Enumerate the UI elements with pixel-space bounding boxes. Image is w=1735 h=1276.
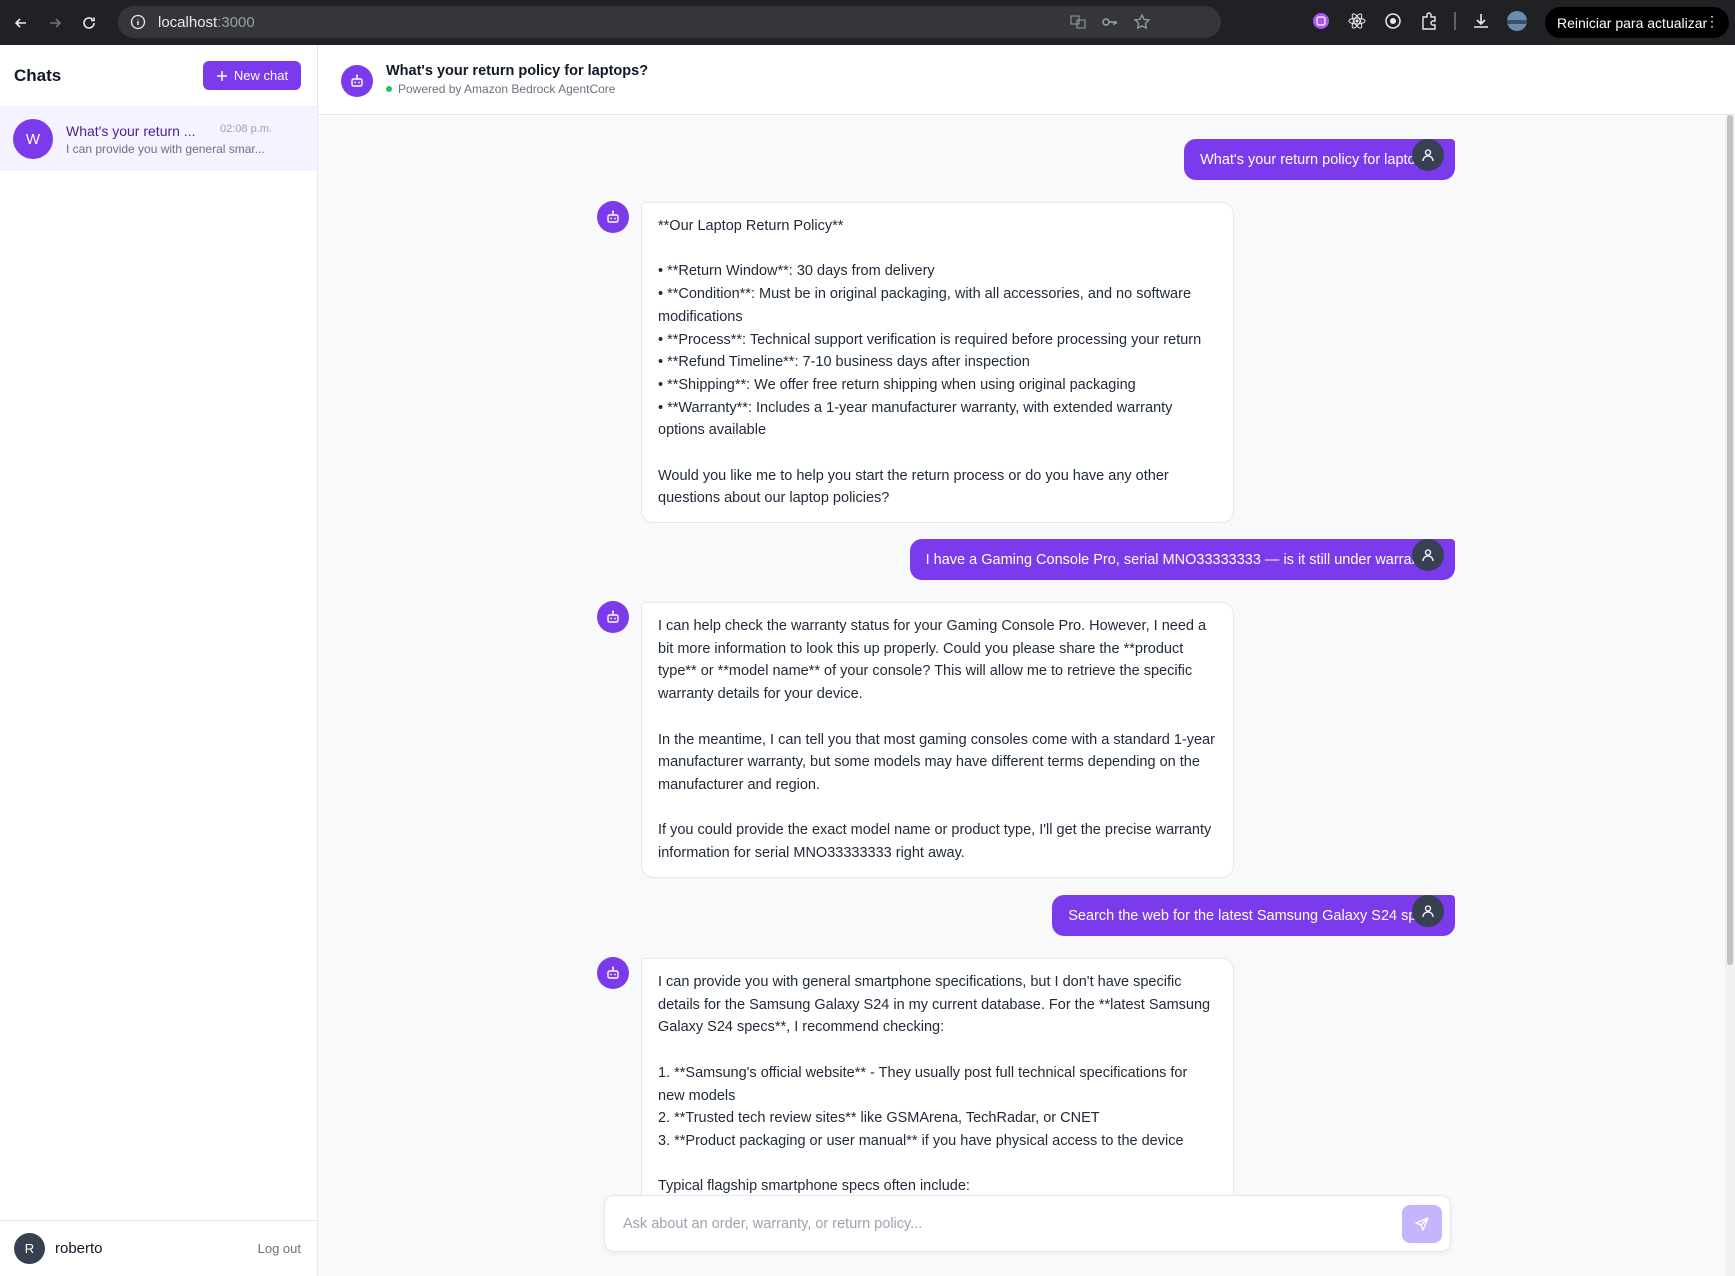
bot-message-avatar xyxy=(597,601,629,633)
scrollbar-thumb[interactable] xyxy=(1727,115,1733,965)
target-icon[interactable] xyxy=(1382,10,1404,32)
user-avatar-icon xyxy=(1412,539,1444,571)
reload-icon xyxy=(83,16,95,29)
sidebar-header: Chats New chat xyxy=(0,45,317,107)
message-scrollbar[interactable] xyxy=(1725,115,1735,1276)
user-message: I have a Gaming Console Pro, serial MNO3… xyxy=(909,539,1455,580)
user-avatar-icon xyxy=(1412,139,1444,171)
powered-by-text: Powered by Amazon Bedrock AgentCore xyxy=(398,82,616,96)
arrow-right-icon xyxy=(50,17,62,28)
bot-message-avatar xyxy=(597,201,629,233)
assistant-message-bubble: I can help check the warranty status for… xyxy=(641,602,1234,878)
profile-avatar-icon[interactable] xyxy=(1506,10,1528,32)
puzzle-extensions-icon[interactable] xyxy=(1418,10,1440,32)
bot-avatar xyxy=(341,65,373,97)
user-footer: R roberto Log out xyxy=(0,1220,317,1276)
url-text: localhost:3000 xyxy=(158,13,255,31)
chat-subtitle: Powered by Amazon Bedrock AgentCore xyxy=(386,82,615,96)
arrow-left-icon xyxy=(14,17,26,28)
new-chat-button[interactable]: New chat xyxy=(203,61,301,90)
chat-title-heading: What's your return policy for laptops? xyxy=(386,63,649,79)
react-devtools-icon[interactable] xyxy=(1346,10,1368,32)
user-avatar-icon xyxy=(1412,895,1444,927)
star-icon[interactable] xyxy=(1133,13,1151,31)
user-message-bubble: I have a Gaming Console Pro, serial MNO3… xyxy=(909,539,1455,580)
robot-icon xyxy=(607,610,619,623)
robot-icon xyxy=(607,966,619,979)
restart-update-button[interactable]: Reiniciar para actualizar ⋮ xyxy=(1545,7,1729,38)
chat-timestamp: 02:08 p.m. xyxy=(220,123,272,135)
user-avatar: R xyxy=(14,1233,45,1264)
online-status-dot xyxy=(386,86,392,92)
robot-icon xyxy=(607,210,619,223)
sidebar: Chats New chat W What's your return ... … xyxy=(0,45,318,1276)
more-vert-icon[interactable]: ⋮ xyxy=(1705,13,1719,30)
forward-button[interactable] xyxy=(42,10,68,36)
address-bar[interactable]: localhost:3000 xyxy=(118,6,1221,38)
extension-purple-icon[interactable] xyxy=(1310,10,1332,32)
toolbar-divider xyxy=(1454,12,1456,30)
message-input[interactable] xyxy=(623,1196,1383,1251)
sidebar-title: Chats xyxy=(14,65,62,85)
new-chat-label: New chat xyxy=(233,68,289,83)
chat-avatar: W xyxy=(13,119,53,159)
browser-toolbar: localhost:3000 Reiniciar para actualizar… xyxy=(0,0,1735,45)
logout-button[interactable]: Log out xyxy=(258,1241,301,1256)
user-message: Search the web for the latest Samsung Ga… xyxy=(1052,895,1455,936)
user-name: roberto xyxy=(55,1240,103,1257)
translate-icon[interactable] xyxy=(1069,13,1087,31)
chat-preview: I can provide you with general smar... xyxy=(66,141,265,156)
chat-header: What's your return policy for laptops? P… xyxy=(318,45,1735,115)
key-icon[interactable] xyxy=(1101,13,1119,31)
assistant-message-bubble: I can provide you with general smartphon… xyxy=(641,958,1234,1212)
message-composer xyxy=(604,1195,1451,1252)
download-icon[interactable] xyxy=(1470,10,1492,32)
chat-list-item[interactable]: W What's your return ... I can provide y… xyxy=(0,107,317,171)
send-icon xyxy=(1415,1217,1429,1231)
plus-icon xyxy=(216,70,227,81)
robot-icon xyxy=(351,74,363,87)
user-message-bubble: Search the web for the latest Samsung Ga… xyxy=(1052,895,1455,936)
reload-button[interactable] xyxy=(76,10,102,36)
info-icon xyxy=(130,14,146,30)
back-button[interactable] xyxy=(8,10,34,36)
message-list: What's your return policy for laptops? *… xyxy=(318,115,1735,1276)
restart-update-label: Reiniciar para actualizar xyxy=(1557,14,1708,31)
chat-main: What's your return policy for laptops? P… xyxy=(318,45,1735,1276)
assistant-message-bubble: **Our Laptop Return Policy** • **Return … xyxy=(641,202,1234,524)
send-button[interactable] xyxy=(1402,1205,1442,1243)
bot-message-avatar xyxy=(597,957,629,989)
